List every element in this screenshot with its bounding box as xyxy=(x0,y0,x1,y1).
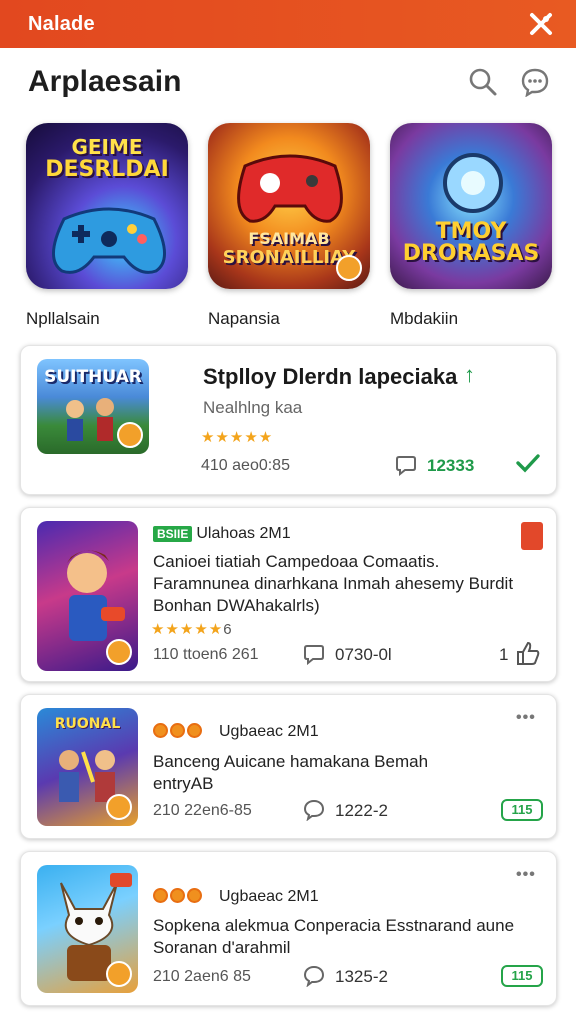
coin-icon xyxy=(170,888,185,903)
app-card-3[interactable]: RUONAL Ugbaeac 2M1 ••• Banceng Auicane h… xyxy=(20,694,557,839)
gamepad-icon xyxy=(237,154,343,223)
more-options-icon[interactable]: ••• xyxy=(516,866,536,884)
app-card-1[interactable]: SUITHUAR Stplloy Dlerdn lapeciaka ↑ Neal… xyxy=(20,345,557,495)
featured-app-3-art-subtitle: DRORASAS xyxy=(402,241,540,266)
app-card-3-badge xyxy=(106,794,132,820)
featured-app-1[interactable]: GEIME DESRLDAI Npllalsain xyxy=(26,123,190,329)
app-card-4-thumbnail xyxy=(37,865,138,993)
close-icon[interactable] xyxy=(528,11,554,37)
featured-app-2-badge xyxy=(336,255,362,281)
app-card-1-comment-count: 12333 xyxy=(427,456,475,475)
app-card-3-thumbnail: RUONAL xyxy=(37,708,138,826)
app-title: Nalade xyxy=(28,12,95,35)
app-card-4-action-pill[interactable]: 115 xyxy=(501,965,543,987)
app-card-2-like-count: 1 xyxy=(499,645,509,664)
featured-app-1-art: GEIME DESRLDAI xyxy=(26,123,188,289)
page-title: Arplaesain xyxy=(28,65,182,98)
app-card-1-rating-stars: ★★★★★ xyxy=(201,429,274,446)
search-icon[interactable] xyxy=(468,67,498,97)
thumbs-up-icon[interactable] xyxy=(515,640,541,666)
featured-apps-row: GEIME DESRLDAI Npllalsain FSAIMAB SRONAI… xyxy=(26,123,556,333)
comment-icon[interactable] xyxy=(303,965,325,987)
app-card-2-line-1: Canioei tiatiah Campedoaa Comaatis. xyxy=(153,552,440,571)
app-card-3-tag: Ugbaeac 2M1 xyxy=(219,723,319,740)
coin-icon xyxy=(170,723,185,738)
app-card-1-thumb-title: SUITHUAR xyxy=(44,367,142,387)
app-card-2-tag-text: Ulahoas 2M1 xyxy=(196,525,291,542)
app-card-4-meta: 210 2aen6 85 xyxy=(153,968,251,985)
app-card-3-line-1: Banceng Auicane hamakana Bemah xyxy=(153,752,429,771)
app-card-2-comment-count: 0730-0l xyxy=(335,645,392,664)
featured-app-3-art: TMOY DRORASAS xyxy=(390,123,552,289)
featured-app-3[interactable]: TMOY DRORASAS Mbdakiin xyxy=(390,123,554,329)
app-card-2-flag-button[interactable] xyxy=(521,522,543,550)
app-card-3-comment-count: 1222-2 xyxy=(335,801,388,820)
app-card-1-thumbnail: SUITHUAR xyxy=(37,359,149,454)
featured-app-1-label: Npllalsain xyxy=(26,309,100,328)
comment-icon[interactable] xyxy=(303,643,325,665)
more-options-icon[interactable]: ••• xyxy=(516,709,536,727)
app-card-2-thumbnail xyxy=(37,521,138,671)
app-card-2-badge xyxy=(106,639,132,665)
featured-app-2-art: FSAIMAB SRONAILLIAY xyxy=(208,123,370,289)
app-card-2-line-2: Faramnunea dinarhkana Inmah ahesemy Burd… xyxy=(153,574,514,593)
chat-icon[interactable] xyxy=(520,67,550,98)
app-card-2-meta: 110 ttoen6 261 xyxy=(153,646,259,663)
app-card-2-line-3: Bonhan DWAhakalrls) xyxy=(153,596,320,615)
app-top-bar: Nalade xyxy=(0,0,576,48)
app-card-4-line-2: Soranan d'arahmil xyxy=(153,938,291,957)
app-card-2-tag-badge: BSIIE xyxy=(153,526,193,542)
app-card-2-stars-suffix: 6 xyxy=(223,621,233,638)
comment-icon[interactable] xyxy=(395,454,417,476)
app-card-4[interactable]: Ugbaeac 2M1 ••• Sopkena alekmua Conperac… xyxy=(20,851,557,1006)
app-card-1-subtitle: Nealhlng kaa xyxy=(203,398,303,417)
coin-icon xyxy=(153,723,168,738)
app-card-4-tag: Ugbaeac 2M1 xyxy=(219,888,319,905)
coin-icon xyxy=(153,888,168,903)
robot-icon xyxy=(443,153,503,213)
app-card-2[interactable]: BSIIE Ulahoas 2M1 Canioei tiatiah Campedo… xyxy=(20,507,557,682)
app-card-1-badge xyxy=(117,422,143,448)
featured-app-1-art-subtitle: DESRLDAI xyxy=(45,157,169,182)
featured-app-2-art-title: FSAIMAB xyxy=(248,229,330,248)
featured-app-2-label: Napansia xyxy=(208,309,280,328)
featured-app-1-art-title: GEIME xyxy=(71,135,143,159)
page-header: Arplaesain xyxy=(28,60,550,104)
app-card-2-stars: ★★★★★ xyxy=(151,621,224,638)
app-card-2-rating-stars: ★★★★★6 xyxy=(151,620,233,638)
app-card-3-thumb-title: RUONAL xyxy=(54,716,121,732)
app-card-3-meta: 210 22en6-85 xyxy=(153,802,252,819)
app-card-4-badge xyxy=(106,961,132,987)
featured-app-3-label: Mbdakiin xyxy=(390,309,459,328)
app-card-4-comment-count: 1325-2 xyxy=(335,967,388,986)
app-card-3-line-2: entryAB xyxy=(153,774,214,793)
trending-up-icon: ↑ xyxy=(464,362,475,387)
coin-icon xyxy=(187,723,202,738)
comment-icon[interactable] xyxy=(303,799,325,821)
app-card-3-action-pill[interactable]: 115 xyxy=(501,799,543,821)
app-card-4-line-1: Sopkena alekmua Conperacia Esstnarand au… xyxy=(153,916,515,935)
app-card-2-tag: BSIIE Ulahoas 2M1 xyxy=(153,525,291,543)
featured-app-2[interactable]: FSAIMAB SRONAILLIAY Napansia xyxy=(208,123,372,329)
app-card-3-coin-row xyxy=(153,723,202,738)
app-card-1-meta: 410 aeo0:85 xyxy=(201,457,290,474)
gamepad-icon xyxy=(52,207,166,274)
app-card-4-coin-row xyxy=(153,888,202,903)
app-card-4-hot-badge xyxy=(110,873,132,887)
check-icon[interactable] xyxy=(515,452,541,474)
app-card-1-title: Stplloy Dlerdn lapeciaka xyxy=(203,364,458,389)
featured-app-3-art-title: TMOY xyxy=(435,219,507,244)
coin-icon xyxy=(187,888,202,903)
